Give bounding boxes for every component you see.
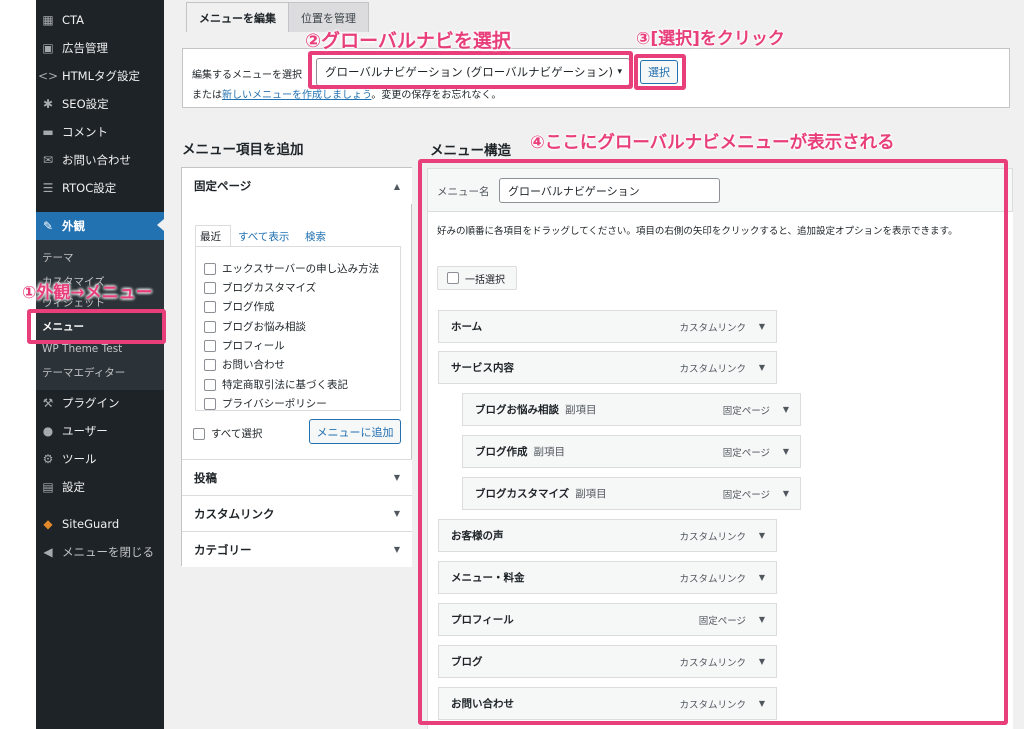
list-item[interactable]: プロフィール xyxy=(204,338,285,353)
create-menu-link[interactable]: 新しいメニューを作成しましょう xyxy=(222,90,371,101)
sidebar-item-cta[interactable]: ▦ CTA xyxy=(36,8,164,32)
tab-edit-menus[interactable]: メニューを編集 xyxy=(186,2,289,32)
submenu-theme[interactable]: テーマ xyxy=(42,250,74,265)
sidebar-item-comments[interactable]: ▬ コメント xyxy=(36,120,164,144)
annotation-step-4: ④ここにグローバルナビメニューが表示される xyxy=(530,133,895,153)
checkbox[interactable] xyxy=(204,281,216,294)
checkbox[interactable] xyxy=(204,397,216,410)
add-to-menu-button[interactable]: メニューに追加 xyxy=(309,419,401,444)
gear-icon: ✱ xyxy=(42,97,54,111)
caret-up-icon: ▲ xyxy=(393,181,400,191)
user-icon: ● xyxy=(42,424,54,438)
list-item[interactable]: ブログお悩み相談 xyxy=(204,319,306,334)
mail-icon: ✉ xyxy=(42,153,54,167)
annotation-box-select xyxy=(308,51,633,89)
collapse-menu-button[interactable]: ◀ メニューを閉じる xyxy=(36,540,164,564)
collapse-icon: ◀ xyxy=(43,545,53,559)
categories-header[interactable]: カテゴリー ▼ xyxy=(182,531,412,567)
checkbox[interactable] xyxy=(204,378,216,391)
caret-down-icon: ▼ xyxy=(393,473,400,482)
comment-icon: ▬ xyxy=(42,125,54,139)
posts-header[interactable]: 投稿 ▼ xyxy=(182,459,412,495)
sidebar-item-users[interactable]: ● ユーザー xyxy=(36,419,164,443)
list-item[interactable]: 特定商取引法に基づく表記 xyxy=(204,377,348,392)
subtab-view-all[interactable]: すべて表示 xyxy=(238,229,289,244)
list-item[interactable]: ブログ作成 xyxy=(204,299,275,314)
sidebar-item-siteguard[interactable]: ◆ SiteGuard xyxy=(36,512,164,536)
sidebar-item-rtoc[interactable]: ☰ RTOC設定 xyxy=(36,176,164,200)
admin-sidebar: ▦ CTA ▣ 広告管理 <> HTMLタグ設定 ✱ SEO設定 ▬ コメント ✉ お問い合… xyxy=(36,0,164,729)
select-all-checkbox[interactable] xyxy=(193,427,205,440)
menu-structure-heading: メニュー構造 xyxy=(430,143,511,159)
list-item[interactable]: お問い合わせ xyxy=(204,357,285,372)
annotation-step-2: ②グローバルナビを選択 xyxy=(305,30,511,52)
fixed-page-header[interactable]: 固定ページ ▲ xyxy=(182,168,412,204)
select-all-row[interactable]: すべて選択 xyxy=(193,426,262,441)
subtab-search[interactable]: 検索 xyxy=(305,229,326,244)
cta-icon: ▦ xyxy=(42,13,54,27)
annotation-step-1: ①外観→メニュー xyxy=(22,283,153,303)
plugin-icon: ⚒ xyxy=(42,396,54,410)
wrench-icon: ⚙ xyxy=(42,452,54,466)
checkbox[interactable] xyxy=(204,320,216,333)
sidebar-item-settings[interactable]: ▤ 設定 xyxy=(36,475,164,499)
annotation-step-3: ③[選択]をクリック xyxy=(636,29,785,49)
submenu-theme-editor[interactable]: テーマエディター xyxy=(42,365,125,380)
caret-down-icon: ▼ xyxy=(393,509,400,518)
sidebar-item-appearance[interactable]: ✎ 外観 xyxy=(36,212,164,240)
current-notch xyxy=(157,219,164,231)
list-item[interactable]: プライバシーポリシー xyxy=(204,396,327,411)
brush-icon: ✎ xyxy=(42,219,54,233)
checkbox[interactable] xyxy=(204,339,216,352)
add-items-heading: メニュー項目を追加 xyxy=(182,142,304,158)
code-icon: <> xyxy=(37,69,59,83)
select-menu-label: 編集するメニューを選択 xyxy=(192,70,302,81)
list-icon: ☰ xyxy=(42,181,54,195)
checkbox[interactable] xyxy=(204,300,216,313)
caret-down-icon: ▼ xyxy=(393,545,400,554)
submenu-wp-theme-test[interactable]: WP Theme Test xyxy=(42,343,122,355)
list-item[interactable]: ブログカスタマイズ xyxy=(204,280,316,295)
sidebar-item-seo[interactable]: ✱ SEO設定 xyxy=(36,92,164,116)
sidebar-item-html-tags[interactable]: <> HTMLタグ設定 xyxy=(36,64,164,88)
custom-links-header[interactable]: カスタムリンク ▼ xyxy=(182,495,412,531)
list-item[interactable]: エックスサーバーの申し込み方法 xyxy=(204,261,379,276)
settings-icon: ▤ xyxy=(42,480,54,494)
annotation-box-menu xyxy=(27,309,166,344)
annotation-box-structure xyxy=(418,159,1008,725)
sidebar-item-contact[interactable]: ✉ お問い合わせ xyxy=(36,148,164,172)
annotation-box-button xyxy=(634,54,686,90)
sidebar-item-plugins[interactable]: ⚒ プラグイン xyxy=(36,391,164,415)
checkbox[interactable] xyxy=(204,358,216,371)
ad-icon: ▣ xyxy=(42,41,54,55)
shield-icon: ◆ xyxy=(43,517,53,531)
sidebar-item-ads[interactable]: ▣ 広告管理 xyxy=(36,36,164,60)
subtab-recent[interactable]: 最近 xyxy=(200,229,221,244)
checkbox[interactable] xyxy=(204,262,216,275)
sidebar-item-tools[interactable]: ⚙ ツール xyxy=(36,447,164,471)
